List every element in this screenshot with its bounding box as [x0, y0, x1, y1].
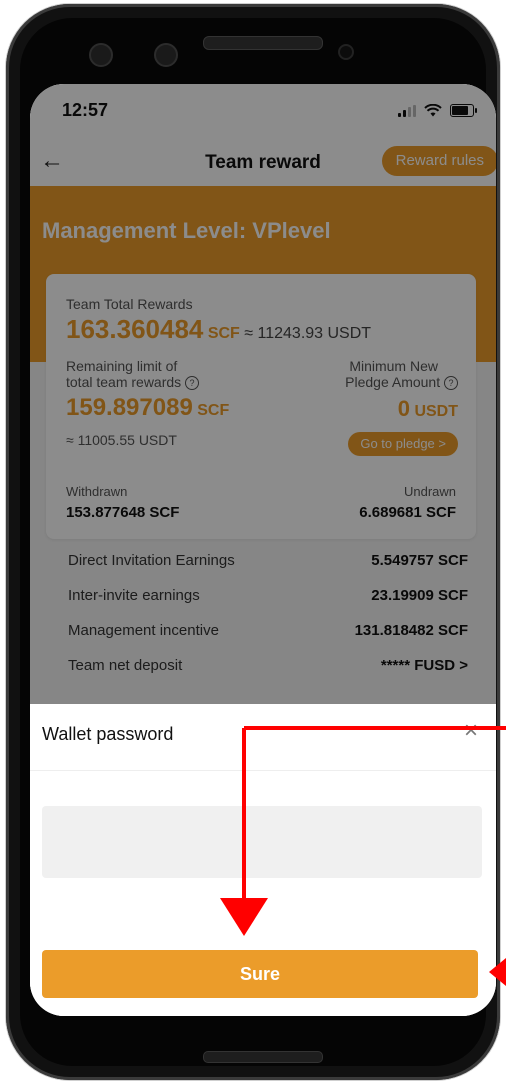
annotation-arrowhead [220, 898, 268, 936]
annotation-arrows [220, 726, 506, 986]
annotation-arrowhead [489, 958, 506, 986]
